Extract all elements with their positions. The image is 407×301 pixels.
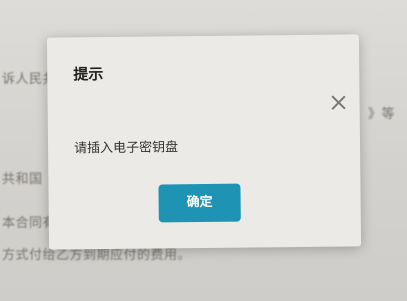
document-line: 共和国	[2, 172, 43, 187]
confirm-button[interactable]: 确定	[158, 183, 241, 223]
prompt-dialog: 提示 请插入电子密钥盘 确定	[46, 34, 362, 250]
document-line: 》等	[368, 107, 396, 122]
dialog-message: 请插入电子密钥盘	[73, 140, 179, 157]
dialog-title: 提示	[73, 65, 104, 84]
close-icon[interactable]	[330, 93, 348, 111]
